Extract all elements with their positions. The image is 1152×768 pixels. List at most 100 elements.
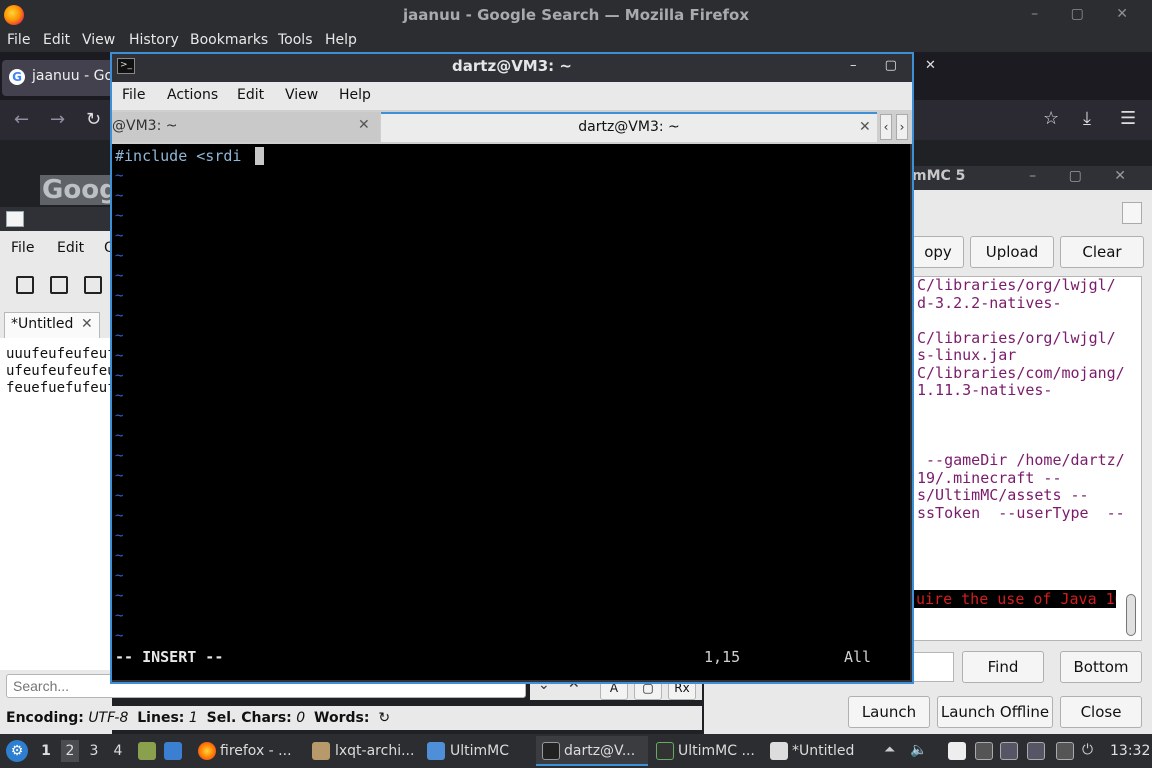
forward-icon[interactable]: → [50, 109, 65, 130]
vim-empty-line-tilde: ~ [115, 448, 124, 464]
back-icon[interactable]: ← [14, 109, 29, 130]
log-scrollbar[interactable] [1126, 594, 1136, 636]
vim-empty-line-tilde: ~ [115, 428, 124, 444]
ff-menu-bookmarks[interactable]: Bookmarks [190, 32, 268, 48]
start-menu-icon[interactable]: ⚙ [6, 740, 28, 762]
open-folder-icon[interactable] [50, 276, 68, 294]
upload-button[interactable]: Upload [970, 236, 1054, 268]
taskbar-item-terminal[interactable]: dartz@V... [564, 743, 635, 759]
firefox-tab-label: jaanuu - Goo [32, 68, 122, 84]
ff-menu-view[interactable]: View [82, 32, 115, 48]
taskbar-item-archiver[interactable]: lxqt-archi... [335, 743, 414, 759]
terminal-screen[interactable] [112, 144, 910, 680]
term-menu-view[interactable]: View [285, 87, 318, 103]
ultimmc-title: mMC 5 [912, 168, 966, 184]
new-file-icon[interactable] [16, 276, 34, 294]
notification-icon[interactable] [1000, 742, 1018, 760]
refresh-icon[interactable]: ↻ [378, 710, 390, 726]
vim-empty-line-tilde: ~ [115, 228, 124, 244]
ff-menu-history[interactable]: History [129, 32, 179, 48]
terminal-tab[interactable]: @VM3: ~ ✕ [112, 112, 380, 142]
log-error-line: uire the use of Java 16 [912, 590, 1116, 608]
vim-empty-line-tilde: ~ [115, 208, 124, 224]
featherpad-text-area[interactable]: uuufeufeufeufeufeufeufeufeufeuefuefufeuf… [0, 338, 112, 670]
folder-icon [427, 742, 445, 760]
notification-icon[interactable] [1027, 742, 1045, 760]
ff-menu-tools[interactable]: Tools [278, 32, 313, 48]
fp-menu-edit[interactable]: Edit [57, 240, 84, 256]
term-menu-help[interactable]: Help [339, 87, 371, 103]
term-menu-edit[interactable]: Edit [237, 87, 264, 103]
tab-scroll-left-icon[interactable]: ‹ [880, 114, 892, 140]
vim-empty-line-tilde: ~ [115, 188, 124, 204]
terminal-tab-active[interactable]: dartz@VM3: ~ ✕ [381, 112, 877, 142]
tab-close-icon[interactable]: ✕ [859, 119, 871, 135]
bookmark-star-icon[interactable]: ☆ [1043, 108, 1059, 129]
tab-close-icon[interactable]: ✕ [81, 316, 93, 332]
launch-button[interactable]: Launch [848, 696, 930, 728]
vim-empty-line-tilde: ~ [115, 588, 124, 604]
clear-button[interactable]: Clear [1060, 236, 1144, 268]
vim-empty-line-tilde: ~ [115, 548, 124, 564]
desktop-3[interactable]: 3 [85, 740, 103, 762]
ff-menu-help[interactable]: Help [325, 32, 357, 48]
vim-empty-line-tilde: ~ [115, 368, 124, 384]
terminal-title: dartz@VM3: ~ [452, 57, 572, 75]
tray-arrow-icon[interactable]: ⏶ [884, 742, 895, 758]
term-menu-file[interactable]: File [122, 87, 145, 103]
network-icon[interactable] [975, 742, 993, 760]
vim-scroll-indicator: All [844, 648, 872, 666]
lines-label: Lines: [137, 710, 185, 726]
vim-empty-line-tilde: ~ [115, 388, 124, 404]
ultimmc-log[interactable]: C/libraries/org/lwjgl/ d-3.2.2-natives- … [912, 276, 1142, 641]
volume-icon[interactable]: 🔈 [910, 742, 927, 758]
power-icon[interactable]: ⏻ [1082, 742, 1093, 758]
terminal-tab-label: dartz@VM3: ~ [578, 119, 680, 135]
ff-menu-edit[interactable]: Edit [43, 32, 70, 48]
log-line: --gameDir /home/dartz/ [917, 451, 1125, 469]
desktop-1[interactable]: 1 [37, 740, 55, 762]
desktop-4[interactable]: 4 [109, 740, 127, 762]
save-icon[interactable] [84, 276, 102, 294]
ff-menu-file[interactable]: File [7, 32, 30, 48]
display-icon[interactable] [1056, 742, 1074, 760]
google-logo: Goog [40, 175, 120, 205]
term-menu-actions[interactable]: Actions [167, 87, 218, 103]
clipboard-icon[interactable] [948, 742, 966, 760]
copy-button[interactable]: opy [912, 236, 964, 268]
firefox-window-controls[interactable]: – ▢ ✕ [1031, 6, 1142, 22]
close-button[interactable]: Close [1060, 696, 1142, 728]
bottom-button[interactable]: Bottom [1060, 651, 1142, 683]
notes-icon[interactable] [1122, 202, 1142, 224]
taskbar-clock: 13:32 [1110, 743, 1151, 759]
tab-close-icon[interactable]: ✕ [358, 117, 370, 133]
taskbar-item-ultimmc[interactable]: UltimMC ... [678, 743, 755, 759]
vim-empty-line-tilde: ~ [115, 248, 124, 264]
vim-empty-line-tilde: ~ [115, 508, 124, 524]
terminal-window-controls[interactable]: – ▢ ✕ [850, 58, 948, 73]
taskbar-item-ultimmc-folder[interactable]: UltimMC [450, 743, 509, 759]
find-button[interactable]: Find [962, 651, 1044, 683]
download-icon[interactable]: ⤓ [1083, 108, 1091, 129]
log-line: ssToken --userType -- [917, 503, 1125, 522]
hamburger-menu-icon[interactable]: ☰ [1120, 108, 1136, 129]
log-line: s/UltimMC/assets -- [917, 486, 1089, 504]
taskbar-item-firefox[interactable]: firefox - ... [220, 743, 292, 759]
featherpad-tab[interactable]: *Untitled ✕ [4, 312, 100, 338]
show-desktop-icon[interactable] [164, 742, 182, 760]
vim-cursor-position: 1,15 [704, 648, 741, 666]
reload-icon[interactable]: ↻ [86, 109, 101, 130]
vim-empty-line-tilde: ~ [115, 528, 124, 544]
vim-empty-line-tilde: ~ [115, 328, 124, 344]
file-manager-icon[interactable] [138, 742, 156, 760]
desktop-2[interactable]: 2 [61, 740, 79, 762]
vim-empty-line-tilde: ~ [115, 288, 124, 304]
log-search-input[interactable] [912, 652, 954, 682]
taskbar-item-featherpad[interactable]: *Untitled [792, 743, 854, 759]
log-line: 19/.minecraft -- [917, 468, 1062, 487]
ultimmc-window-controls[interactable]: – ▢ ✕ [1029, 168, 1140, 184]
launch-offline-button[interactable]: Launch Offline [937, 696, 1053, 728]
tab-scroll-right-icon[interactable]: › [896, 114, 908, 140]
fp-menu-file[interactable]: File [11, 240, 34, 256]
log-line: d-3.2.2-natives- [917, 293, 1062, 312]
